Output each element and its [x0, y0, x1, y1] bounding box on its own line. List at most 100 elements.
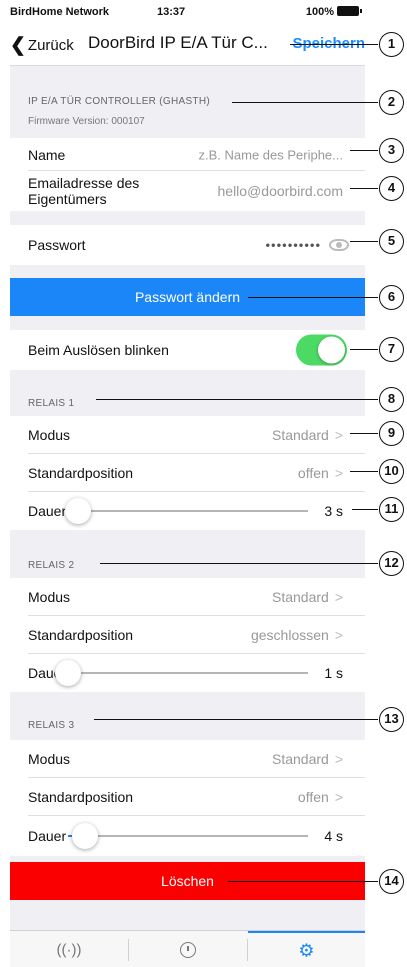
relay-duration-value: 3 s: [324, 503, 343, 519]
relay-2-section-header: RELAIS 2: [10, 530, 365, 578]
status-bar: BirdHome Network 13:37 100%: [10, 0, 365, 22]
callout-8: 8: [379, 387, 404, 412]
relay-position-text: offen: [297, 465, 329, 481]
relay-mode-value: Standard >: [272, 751, 343, 767]
relay-1-duration-row: Dauer 3 s: [10, 492, 365, 530]
battery-icon: [337, 6, 362, 16]
callout-line: [352, 509, 378, 510]
callout-14: 14: [379, 869, 404, 894]
chevron-right-icon: >: [334, 627, 343, 643]
name-label: Name: [28, 146, 66, 163]
callout-7: 7: [379, 337, 404, 362]
callout-line: [350, 150, 378, 151]
back-label: Zurück: [27, 37, 74, 54]
relay-3-position-row[interactable]: Standardposition offen >: [10, 778, 365, 816]
relay-duration-value: 4 s: [324, 828, 343, 844]
callout-line: [350, 471, 378, 472]
callout-9: 9: [379, 421, 404, 446]
relay-position-label: Standardposition: [28, 627, 134, 643]
relay-3-section-header: RELAIS 3: [10, 692, 365, 740]
blink-label: Beim Auslösen blinken: [28, 342, 169, 358]
chevron-right-icon: >: [334, 751, 343, 767]
email-label: Emailadresse des Eigentümers: [28, 175, 140, 207]
relay-3-header: RELAIS 3: [28, 720, 75, 731]
name-input[interactable]: z.B. Name des Periphe...: [198, 147, 343, 162]
callout-10: 10: [379, 459, 404, 484]
callout-5: 5: [379, 229, 404, 254]
callout-line: [228, 881, 378, 882]
relay-position-value: geschlossen >: [251, 627, 343, 643]
signal-icon: ((·)): [56, 941, 82, 958]
relay-mode-label: Modus: [28, 589, 71, 605]
relay-position-text: offen: [297, 789, 329, 805]
callout-1: 1: [379, 32, 404, 57]
email-row[interactable]: Emailadresse des Eigentümers hello@doorb…: [10, 171, 365, 211]
relay-1-header: RELAIS 1: [28, 398, 75, 409]
callout-13: 13: [379, 707, 404, 732]
callout-11: 11: [379, 497, 404, 522]
relay-mode-text: Standard: [271, 751, 329, 767]
callout-line: [290, 44, 378, 45]
eye-icon[interactable]: [329, 239, 349, 251]
tab-devices[interactable]: ((·)): [10, 931, 128, 967]
relay-1-position-row[interactable]: Standardposition offen >: [10, 454, 365, 492]
slider-knob[interactable]: [55, 660, 81, 686]
callout-line: [350, 241, 378, 242]
relay-mode-text: Standard: [271, 427, 329, 443]
relay-3-mode-row[interactable]: Modus Standard >: [10, 740, 365, 778]
password-row[interactable]: Passwort ••••••••••: [10, 225, 365, 265]
callout-line: [94, 719, 378, 720]
carrier-label: BirdHome Network: [10, 6, 110, 18]
blink-row: Beim Auslösen blinken: [10, 330, 365, 370]
tab-history[interactable]: [129, 931, 247, 967]
relay-1-section-header: RELAIS 1: [10, 370, 365, 416]
duration-slider[interactable]: [55, 660, 308, 686]
callout-line: [96, 399, 378, 400]
tab-settings[interactable]: ⚙: [248, 931, 365, 967]
slider-knob[interactable]: [71, 823, 98, 849]
callout-line: [248, 297, 378, 298]
toggle-knob: [318, 336, 345, 364]
relay-mode-text: Standard: [271, 589, 329, 605]
relay-1-mode-row[interactable]: Modus Standard >: [10, 416, 365, 454]
battery-indicator: 100%: [305, 6, 362, 18]
callout-4: 4: [379, 176, 404, 201]
phone-screen: BirdHome Network 13:37 100% ❮ Zurück Door…: [10, 0, 365, 967]
blink-toggle[interactable]: [296, 334, 347, 366]
relay-3-duration-row: Dauer 4 s: [10, 816, 365, 856]
gear-icon: ⚙: [298, 940, 315, 960]
chevron-right-icon: >: [334, 589, 343, 605]
tab-bar: ((·)) ⚙: [10, 930, 365, 967]
chevron-right-icon: >: [334, 465, 343, 481]
chevron-left-icon: ❮: [10, 35, 26, 56]
chevron-right-icon: >: [334, 427, 343, 443]
callout-12: 12: [379, 551, 404, 576]
callout-line: [350, 433, 378, 434]
relay-duration-value: 1 s: [324, 665, 343, 681]
callout-line: [350, 349, 378, 350]
name-row[interactable]: Name z.B. Name des Periphe...: [10, 138, 365, 171]
back-button[interactable]: ❮ Zurück: [10, 34, 74, 57]
relay-2-mode-row[interactable]: Modus Standard >: [10, 578, 365, 616]
slider-knob[interactable]: [64, 498, 91, 524]
page-title: DoorBird IP E/A Tür C...: [88, 33, 268, 52]
relay-position-value: offen >: [298, 465, 343, 481]
device-header-title: IP E/A TÜR CONTROLLER (GHASTH): [28, 96, 210, 107]
relay-mode-value: Standard >: [272, 589, 343, 605]
callout-2: 2: [379, 90, 404, 115]
clock-time: 13:37: [157, 6, 186, 18]
relay-duration-label: Dauer: [28, 828, 67, 844]
callout-line: [100, 563, 378, 564]
relay-2-duration-row: Dauer 1 s: [10, 654, 365, 692]
password-input[interactable]: ••••••••••: [265, 238, 321, 253]
relay-2-header: RELAIS 2: [28, 560, 75, 571]
email-input[interactable]: hello@doorbird.com: [218, 183, 344, 199]
battery-percent: 100%: [305, 6, 334, 18]
password-label: Passwort: [28, 237, 86, 253]
firmware-version: Firmware Version: 000107: [28, 116, 145, 127]
clock-icon: [180, 941, 196, 958]
relay-mode-label: Modus: [28, 751, 71, 767]
duration-slider[interactable]: [64, 498, 308, 524]
relay-2-position-row[interactable]: Standardposition geschlossen >: [10, 616, 365, 654]
duration-slider[interactable]: [68, 823, 308, 849]
